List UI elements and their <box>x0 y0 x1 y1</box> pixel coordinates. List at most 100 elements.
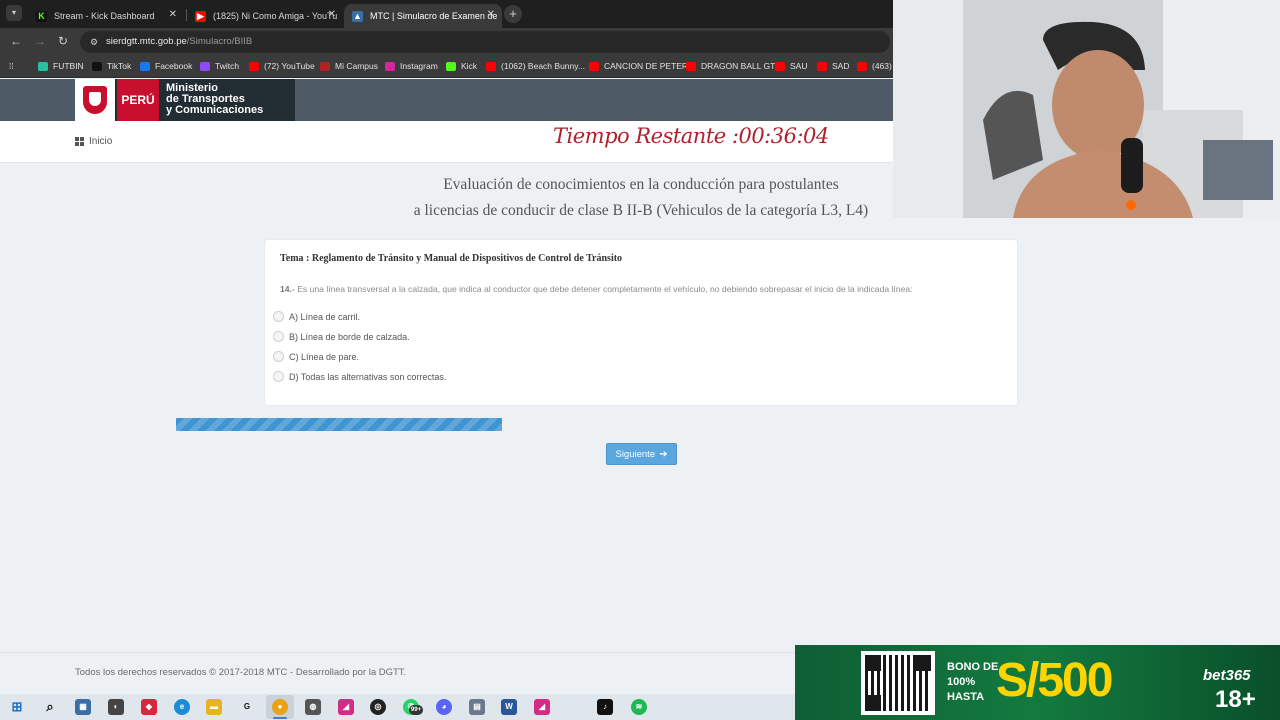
bookmark-favicon-icon <box>486 61 496 71</box>
bookmark-label: Twitch <box>215 61 240 71</box>
media-app-icon[interactable]: ◆ <box>141 699 157 715</box>
bookmark-item[interactable]: SAD <box>817 61 849 71</box>
tiktok-icon[interactable]: ♪ <box>597 699 613 715</box>
bookmark-item[interactable]: Twitch <box>200 61 239 71</box>
edge-icon[interactable]: e <box>174 699 190 715</box>
question-topic: Tema : Reglamento de Tránsito y Manual d… <box>280 253 623 264</box>
timer-value: 00:36:04 <box>738 124 829 148</box>
steelseries-icon[interactable]: ◎ <box>370 699 386 715</box>
tab-title: Stream - Kick Dashboard <box>54 11 155 21</box>
radio-button[interactable] <box>273 371 284 382</box>
age-restriction-badge: 18+ <box>1215 686 1256 713</box>
bookmark-item[interactable]: (1062) Beach Bunny... <box>486 61 585 71</box>
site-header: PERÚ Ministerio de Transportes y Comunic… <box>0 79 893 121</box>
bookmark-label: SAU <box>790 61 808 71</box>
next-button[interactable]: Siguiente ➔ <box>606 443 677 465</box>
bookmark-item[interactable]: Mi Campus <box>320 61 378 71</box>
webcam-overlay <box>893 0 1280 218</box>
option-label: B) Línea de borde de calzada. <box>289 331 410 342</box>
app-pink-icon[interactable]: ◢ <box>338 699 354 715</box>
exam-progress-bar <box>176 418 502 431</box>
bookmark-item[interactable]: TikTok <box>92 61 131 71</box>
bookmark-favicon-icon <box>249 61 259 71</box>
close-tab-icon[interactable]: ✕ <box>487 9 495 20</box>
site-info-icon[interactable]: ⚙ <box>88 36 100 48</box>
apps-grid-icon[interactable]: ⁞⁞ <box>9 61 14 71</box>
chrome-icon[interactable]: ● <box>272 699 288 715</box>
bookmark-favicon-icon <box>857 61 867 71</box>
discord-icon[interactable]: ◕ <box>436 699 452 715</box>
word-icon[interactable]: W <box>501 699 517 715</box>
bookmark-item[interactable]: DRAGON BALL GT <box>686 61 775 71</box>
mtc-logo[interactable]: PERÚ Ministerio de Transportes y Comunic… <box>75 79 295 121</box>
browser-tab-bar: ▾ K Stream - Kick Dashboard ✕ ▶ (1825) N… <box>0 0 893 28</box>
radio-button[interactable] <box>273 351 284 362</box>
kick-icon: K <box>36 10 47 22</box>
bookmark-item[interactable]: Kick <box>446 61 477 71</box>
app-icon[interactable]: ◍ <box>305 699 321 715</box>
tab-title: MTC | Simulacro de Examen de <box>370 11 498 21</box>
bookmark-item[interactable]: CANCION DE PETER <box>589 61 688 71</box>
bookmark-item[interactable]: (72) YouTube <box>249 61 315 71</box>
ad-line: 100% <box>947 676 976 688</box>
bookmark-favicon-icon <box>686 61 696 71</box>
file-explorer-icon[interactable]: ▬ <box>206 699 222 715</box>
bet365-ad-banner[interactable]: BONO DE 100% HASTA S/500 bet365 18+ <box>795 645 1280 720</box>
youtube-icon: ▶ <box>195 10 206 22</box>
calculator-icon[interactable]: ▤ <box>469 699 485 715</box>
tab-mtc-simulacro[interactable]: ▲ MTC | Simulacro de Examen de ✕ <box>344 4 502 28</box>
bookmark-label: FUTBIN <box>53 61 84 71</box>
bookmark-item[interactable]: Facebook <box>140 61 192 71</box>
radio-button[interactable] <box>273 331 284 342</box>
close-tab-icon[interactable]: ✕ <box>328 9 336 20</box>
bookmark-label: (1062) Beach Bunny... <box>501 61 585 71</box>
reload-icon[interactable]: ↻ <box>58 34 68 48</box>
back-arrow-icon[interactable]: ← <box>10 34 22 48</box>
search-icon[interactable]: ⌕ <box>42 699 58 715</box>
bookmark-item[interactable]: SAU <box>775 61 807 71</box>
radio-button[interactable] <box>273 311 284 322</box>
tab-kick-dashboard[interactable]: K Stream - Kick Dashboard ✕ <box>28 4 184 28</box>
epic-games-icon[interactable]: G <box>239 699 255 715</box>
bookmark-label: TikTok <box>107 61 132 71</box>
evaluation-title: Evaluación de conocimientos en la conduc… <box>341 172 941 224</box>
bookmark-label: DRAGON BALL GT <box>701 61 776 71</box>
evaluation-title-line: Evaluación de conocimientos en la conduc… <box>443 176 839 193</box>
answer-option-a[interactable]: A) Línea de carril. <box>273 311 360 322</box>
bookmark-item[interactable]: FUTBIN <box>38 61 84 71</box>
qr-code-icon <box>861 651 935 715</box>
bookmark-label: CANCION DE PETER <box>604 61 689 71</box>
browser-toolbar: ← → ↻ ⚙ sierdgtt.mtc.gob.pe/Simulacro/BI… <box>0 28 893 56</box>
app-pink-icon[interactable]: ◢ <box>534 699 550 715</box>
answer-option-d[interactable]: D) Todas las alternativas son correctas. <box>273 371 446 382</box>
option-label: C) Línea de pare. <box>289 351 360 362</box>
windows-start-icon[interactable]: ⊞ <box>9 699 25 715</box>
forward-arrow-icon[interactable]: → <box>34 34 46 48</box>
bookmark-favicon-icon <box>38 61 48 71</box>
game-app-icon[interactable]: ◐ <box>108 699 124 715</box>
address-bar[interactable]: ⚙ sierdgtt.mtc.gob.pe/Simulacro/BIIB <box>80 31 890 53</box>
dashboard-icon <box>75 137 84 146</box>
close-tab-icon[interactable]: ✕ <box>169 9 177 20</box>
tab-search-icon[interactable]: ▾ <box>6 5 22 21</box>
coat-of-arms-icon <box>75 79 115 121</box>
nav-home-link[interactable]: Inicio <box>75 136 112 147</box>
answer-option-c[interactable]: C) Línea de pare. <box>273 351 359 362</box>
windows-taskbar: ⊞ ⌕ ▦ ◐ ◆ e ▬ G ● ◍ ◢ ◎ ✆ 99+ ◕ ▤ W ◢ ♪ … <box>0 694 795 720</box>
question-body: Es una línea transversal a la calzada, q… <box>297 284 913 294</box>
next-button-label: Siguiente <box>615 448 656 460</box>
logo-ministry: Ministerio de Transportes y Comunicacion… <box>166 83 263 116</box>
ad-line: BONO DE <box>947 661 999 673</box>
store-icon[interactable]: ▦ <box>75 699 91 715</box>
notification-badge: 99+ <box>409 705 423 715</box>
spotify-icon[interactable]: ≋ <box>631 699 647 715</box>
bookmark-label: Mi Campus <box>335 61 378 71</box>
answer-option-b[interactable]: B) Línea de borde de calzada. <box>273 331 410 342</box>
new-tab-button[interactable]: + <box>504 5 522 23</box>
bookmark-label: SAD <box>832 61 850 71</box>
bookmark-favicon-icon <box>320 61 330 71</box>
bookmark-item[interactable]: Instagram <box>385 61 438 71</box>
question-number: 14.- <box>280 284 295 294</box>
bookmark-favicon-icon <box>140 61 150 71</box>
tab-youtube[interactable]: ▶ (1825) Ni Como Amiga - YouTu ✕ <box>187 4 343 28</box>
